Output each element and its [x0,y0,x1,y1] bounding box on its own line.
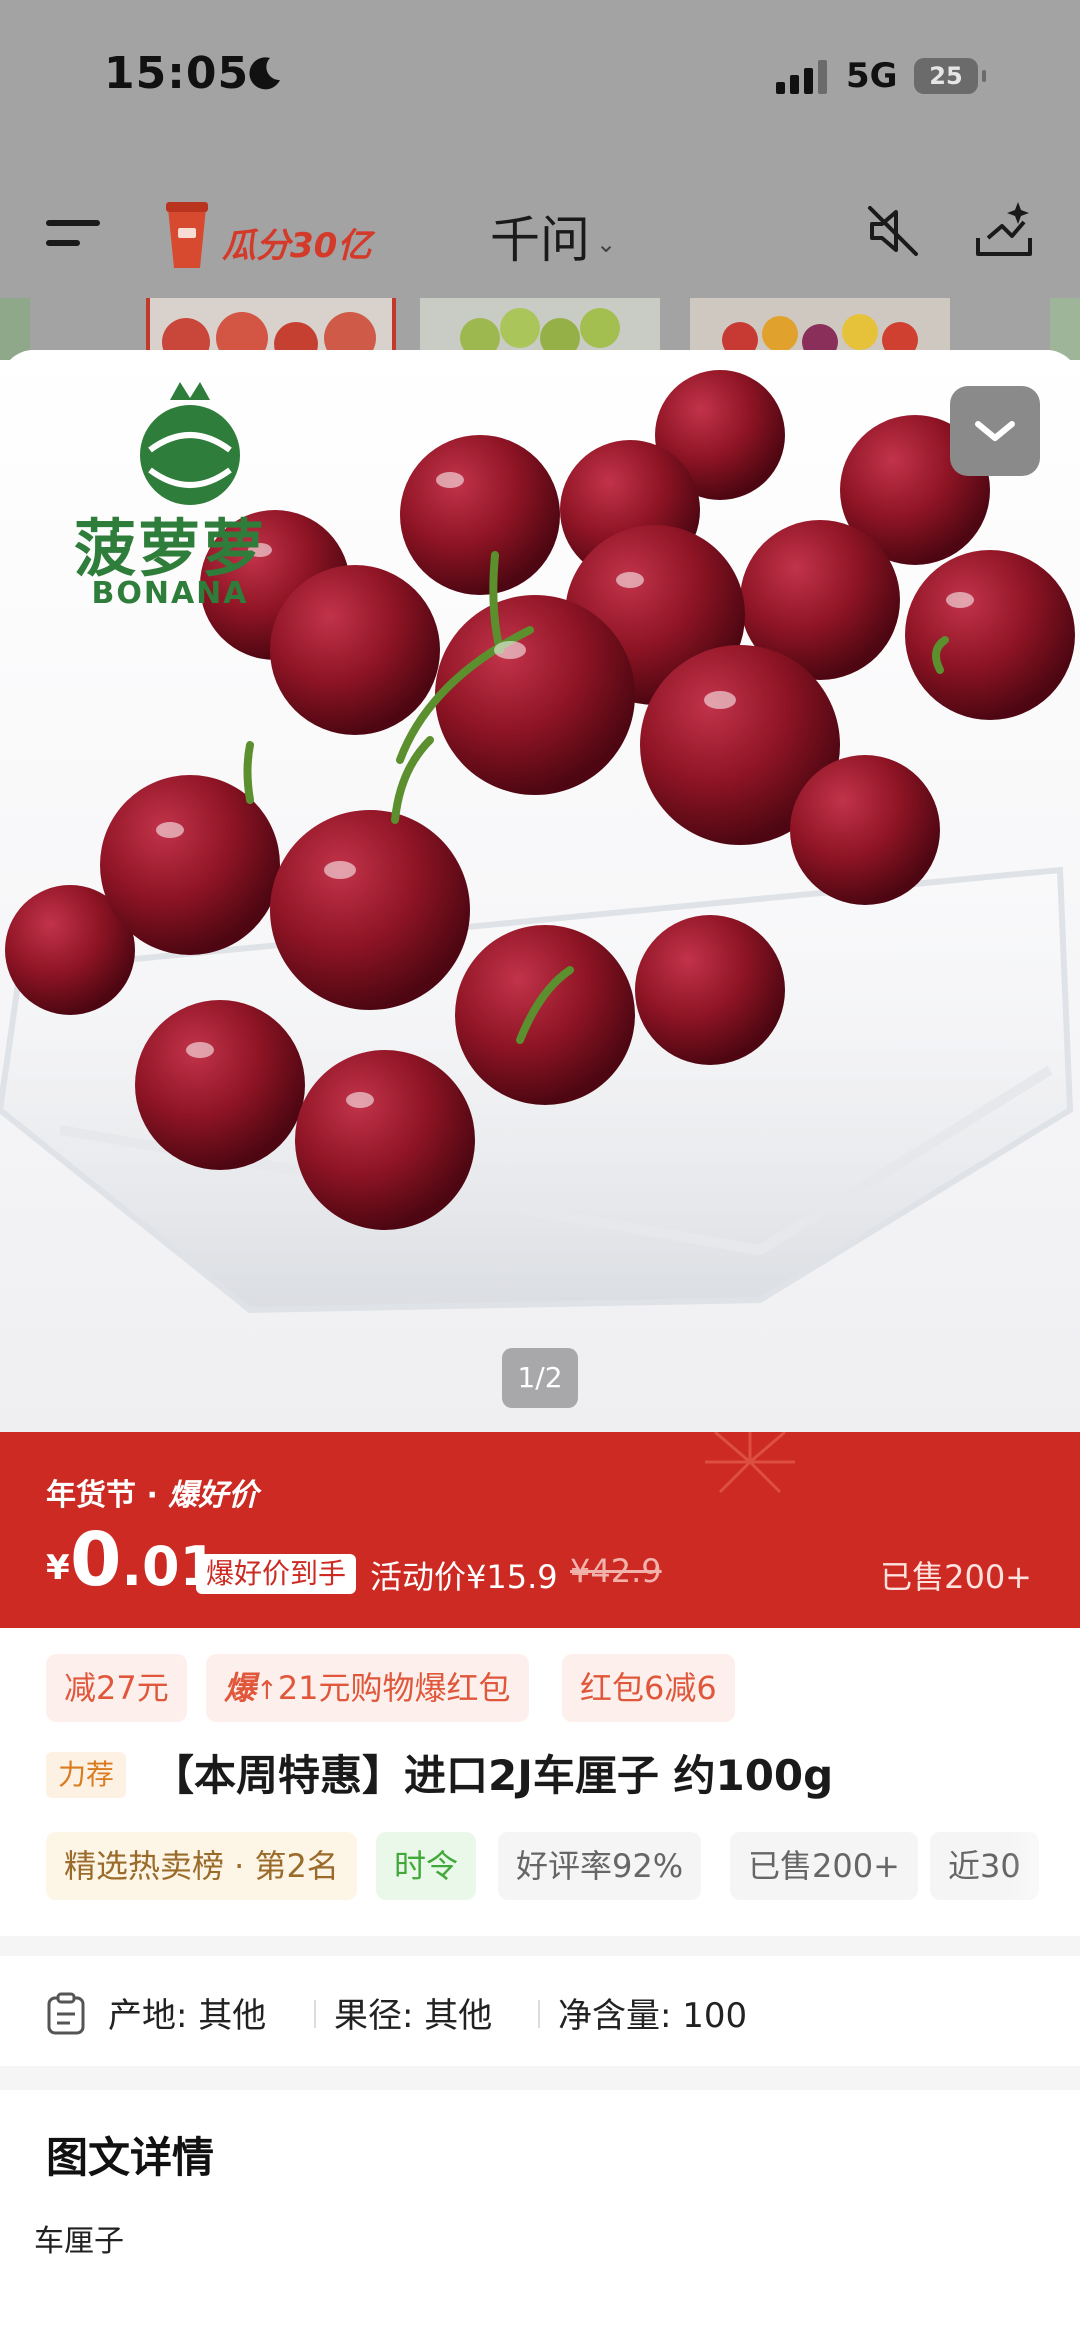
hot-price-tag: 爆好价到手 [196,1554,357,1594]
collapse-button[interactable] [950,386,1040,476]
attr-net-weight: 净含量: 100 [558,1996,748,2036]
menu-icon[interactable] [46,214,104,258]
battery-indicator: 25 [914,58,986,94]
price-banner: 年货节 · 爆好价 ¥ 0.01 爆好价到手 活动价¥15.9 ¥42.9 已售… [0,1432,1080,1628]
cup-icon [164,198,210,274]
sold-count: 已售200+ [880,1558,1032,1596]
chevron-down-icon [975,421,1015,441]
activity-price: 活动价¥15.9 [370,1558,558,1596]
attr-diameter: 果径: 其他 [334,1996,493,2036]
assistant-switcher[interactable]: 千问 ⌄ [490,200,616,272]
recommend-tag: 力荐 [46,1752,127,1798]
coupon-red-packet[interactable]: 爆↑21元购物爆红包 [206,1654,529,1722]
attr-origin: 产地: 其他 [108,1996,267,2036]
network-type: 5G [846,56,898,96]
currency-symbol: ¥ [46,1548,70,1588]
image-pager: 1/2 [502,1348,578,1408]
chip-ranking[interactable]: 精选热卖榜 · 第2名 [46,1832,357,1900]
mute-icon[interactable] [864,202,922,264]
original-price: ¥42.9 [570,1552,662,1590]
product-attributes[interactable]: 产地: 其他 果径: 其他 净含量: 100 [0,1956,1080,2066]
brand-logo: 菠萝萝 BONANA [40,380,300,620]
signal-icon [776,60,832,98]
brand-name-en: BONANA [91,576,249,611]
share-sparkle-icon[interactable] [972,198,1036,266]
product-chip-row: 精选热卖榜 · 第2名 时令 好评率92% 已售200+ 近30 [46,1832,1080,1900]
section-divider [0,1936,1080,1956]
divider [538,2000,540,2028]
brand-name-cn: 菠萝萝 [73,512,266,585]
product-sheet: 菠萝萝 BONANA 1/2 年货节 · 爆好价 ¥ 0.01 爆好价到手 活动… [0,350,1080,2341]
chips-fade [1010,1832,1080,1900]
divider [314,2000,316,2028]
chevron-down-icon: ⌄ [596,229,617,258]
festival-label: 年货节 · 爆好价 [46,1478,259,1513]
chip-seasonal[interactable]: 时令 [376,1832,477,1900]
app-nav-bar: 瓜分30亿 千问 ⌄ [0,180,1080,290]
product-image-carousel[interactable]: 菠萝萝 BONANA 1/2 [0,350,1080,1432]
fireworks-decoration [705,1432,795,1494]
nav-title: 千问 [490,211,590,269]
chip-sold[interactable]: 已售200+ [730,1832,918,1900]
coupon-discount[interactable]: 减27元 [46,1654,187,1722]
section-divider [0,2066,1080,2090]
status-bar: 15:05 5G 25 [0,0,1080,160]
details-text: 车厘子 [34,2224,124,2259]
chip-rating[interactable]: 好评率92% [498,1832,702,1900]
product-title: 【本周特惠】进口2J车厘子 约100g [152,1751,834,1800]
status-time: 15:05 [104,48,250,99]
background-app-area: 15:05 5G 25 瓜分30亿 千问 ⌄ [0,0,1080,360]
coupon-packet-deal[interactable]: 红包6减6 [562,1654,735,1722]
promo-text: 瓜分30亿 [222,226,372,266]
moon-icon [246,54,284,96]
details-heading: 图文详情 [46,2133,215,2182]
clipboard-icon [46,1992,86,2040]
